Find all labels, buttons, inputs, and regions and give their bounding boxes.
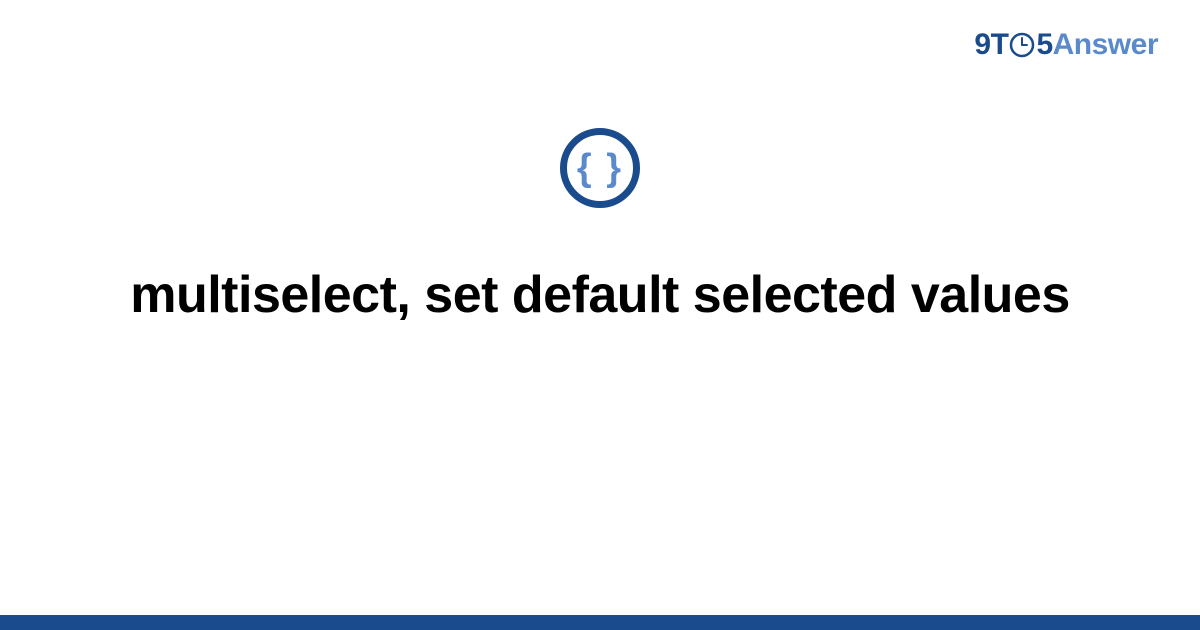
- icon-ring: { }: [560, 128, 640, 208]
- braces-icon: { }: [577, 149, 623, 187]
- brand-logo: 9T 5 Answer: [974, 28, 1158, 62]
- logo-text-9t: 9T: [974, 28, 1008, 62]
- logo-text-5: 5: [1036, 28, 1052, 62]
- question-title: multiselect, set default selected values: [100, 262, 1100, 329]
- clock-icon: [1009, 32, 1035, 58]
- category-icon: { }: [560, 128, 640, 208]
- footer-bar: [0, 615, 1200, 630]
- logo-text-answer: Answer: [1053, 28, 1158, 62]
